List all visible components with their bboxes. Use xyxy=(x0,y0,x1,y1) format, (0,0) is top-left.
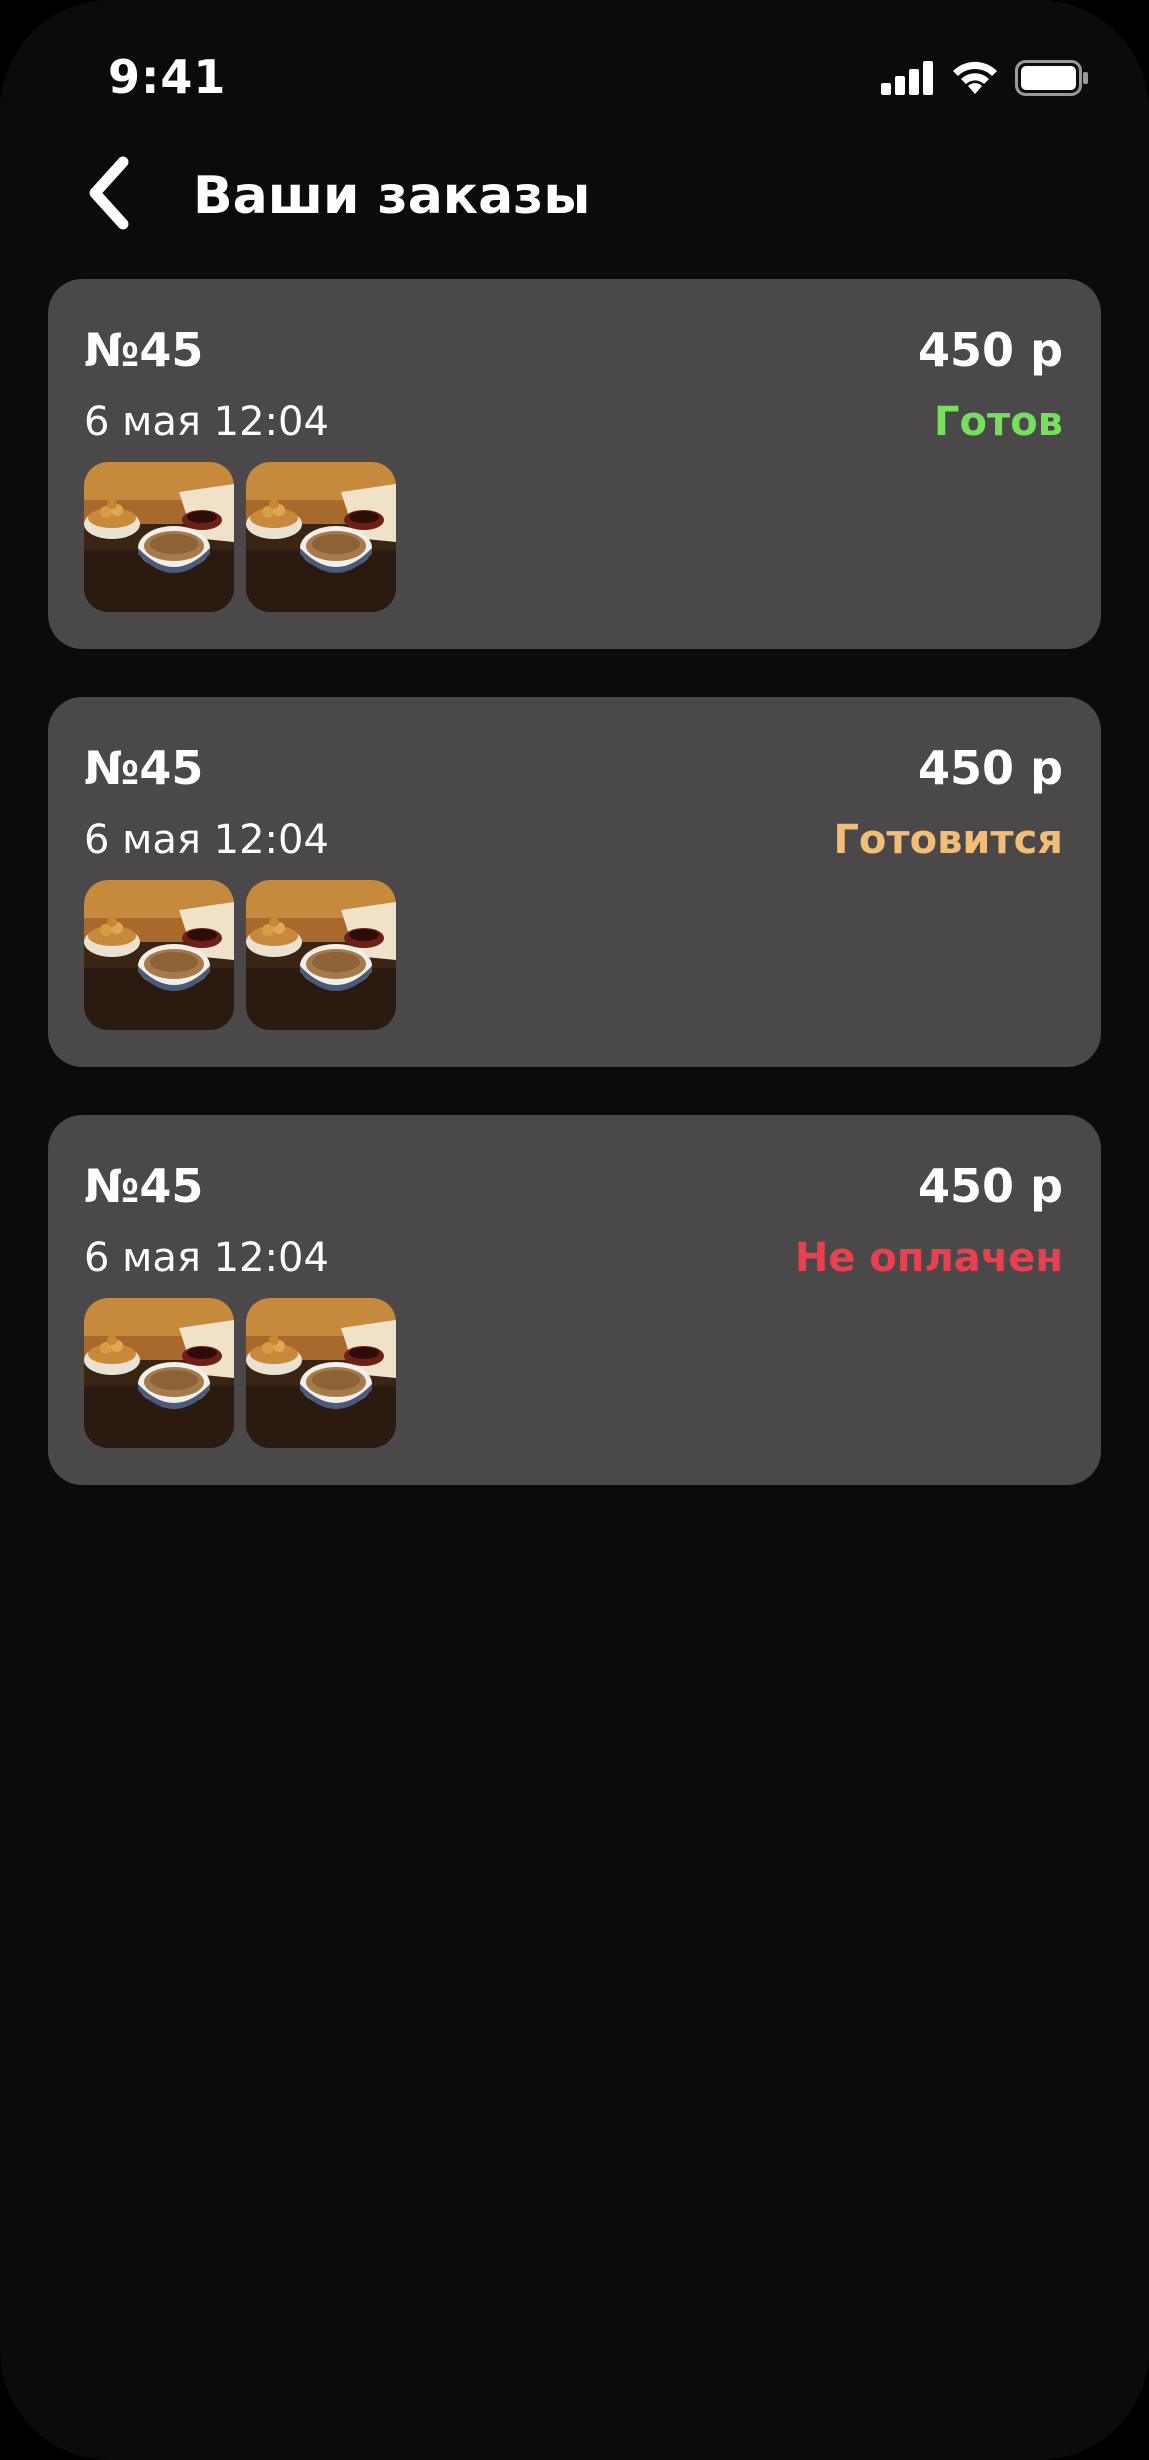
status-time: 9:41 xyxy=(108,50,227,104)
back-button[interactable] xyxy=(64,150,154,240)
order-items xyxy=(84,462,396,612)
food-photo xyxy=(84,880,234,1030)
order-status: Не оплачен xyxy=(794,1235,1063,1281)
food-photo xyxy=(84,462,234,612)
chevron-left-icon xyxy=(85,156,133,234)
order-items xyxy=(84,1298,396,1448)
order-price: 450 р xyxy=(918,323,1063,377)
cellular-signal-icon xyxy=(881,61,935,95)
order-status: Готовится xyxy=(833,817,1063,863)
order-card[interactable]: №45 450 р 6 мая 12:04 Готов xyxy=(48,279,1101,649)
order-card[interactable]: №45 450 р 6 мая 12:04 Не оплачен xyxy=(48,1115,1101,1485)
order-price: 450 р xyxy=(918,741,1063,795)
order-number: №45 xyxy=(84,323,204,377)
header: Ваши заказы xyxy=(0,150,1149,260)
food-photo xyxy=(246,462,396,612)
order-date: 6 мая 12:04 xyxy=(84,399,329,445)
food-photo xyxy=(246,880,396,1030)
wifi-icon xyxy=(951,60,999,96)
status-bar: 9:41 xyxy=(0,0,1149,150)
status-icons xyxy=(881,60,1089,96)
order-number: №45 xyxy=(84,1159,204,1213)
orders-list: №45 450 р 6 мая 12:04 Готов №45 450 р 6 … xyxy=(48,279,1101,1533)
order-items xyxy=(84,880,396,1030)
order-status: Готов xyxy=(934,399,1063,445)
food-photo xyxy=(246,1298,396,1448)
phone-screen: 9:41 Ваши заказы №45 450 р 6 мая 12:04 Г… xyxy=(0,0,1149,2460)
food-photo xyxy=(84,1298,234,1448)
order-date: 6 мая 12:04 xyxy=(84,817,329,863)
order-card[interactable]: №45 450 р 6 мая 12:04 Готовится xyxy=(48,697,1101,1067)
order-number: №45 xyxy=(84,741,204,795)
page-title: Ваши заказы xyxy=(193,166,591,226)
order-date: 6 мая 12:04 xyxy=(84,1235,329,1281)
battery-icon xyxy=(1015,60,1089,96)
order-price: 450 р xyxy=(918,1159,1063,1213)
